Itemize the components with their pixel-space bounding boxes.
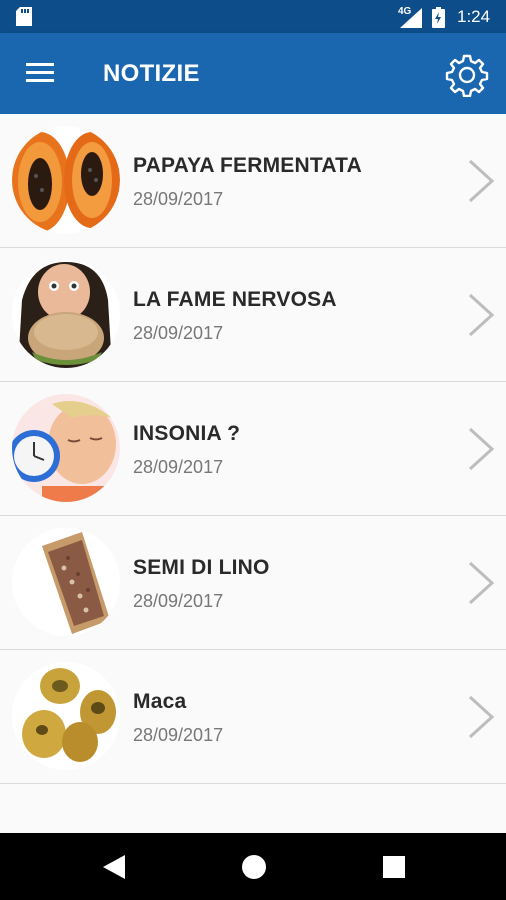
back-triangle-icon[interactable] <box>103 855 125 879</box>
list-item[interactable]: LA FAME NERVOSA 28/09/2017 <box>0 248 506 382</box>
hamburger-menu-icon[interactable] <box>26 63 54 85</box>
person-eating-bread-image <box>12 260 120 368</box>
news-title: LA FAME NERVOSA <box>133 288 337 311</box>
list-item[interactable]: PAPAYA FERMENTATA 28/09/2017 <box>0 114 506 248</box>
flax-seeds-scoop-image <box>12 528 120 636</box>
news-title: INSONIA ? <box>133 422 241 445</box>
sleeping-woman-alarm-clock-image <box>12 394 120 502</box>
chevron-right-icon <box>468 427 495 471</box>
chevron-right-icon <box>468 695 495 739</box>
chevron-right-icon <box>468 561 495 605</box>
home-circle-icon[interactable] <box>242 855 266 879</box>
chevron-right-icon <box>468 293 495 337</box>
news-date: 28/09/2017 <box>133 189 224 209</box>
chevron-right-icon <box>468 159 495 203</box>
status-bar: 4G 1:24 <box>0 0 506 33</box>
news-title: SEMI DI LINO <box>133 556 270 579</box>
gear-icon[interactable] <box>445 53 489 98</box>
news-title: Maca <box>133 690 187 713</box>
list-item[interactable]: SEMI DI LINO 28/09/2017 <box>0 516 506 650</box>
list-item[interactable]: Maca 28/09/2017 <box>0 650 506 784</box>
page-title: NOTIZIE <box>103 60 200 87</box>
news-date: 28/09/2017 <box>133 323 224 343</box>
papaya-image <box>12 126 120 234</box>
battery-charging-icon <box>432 7 445 33</box>
recents-square-icon[interactable] <box>383 856 405 878</box>
system-navigation-bar <box>0 833 506 900</box>
sd-card-icon <box>16 7 32 31</box>
app-bar: NOTIZIE <box>0 33 506 114</box>
maca-roots-image <box>12 662 120 770</box>
clock: 1:24 <box>457 7 491 26</box>
news-date: 28/09/2017 <box>133 725 224 745</box>
signal-icon <box>400 8 422 33</box>
news-date: 28/09/2017 <box>133 457 224 477</box>
news-date: 28/09/2017 <box>133 591 224 611</box>
news-list: PAPAYA FERMENTATA 28/09/2017 LA FAME NER… <box>0 114 506 784</box>
news-title: PAPAYA FERMENTATA <box>133 154 362 177</box>
list-item[interactable]: INSONIA ? 28/09/2017 <box>0 382 506 516</box>
